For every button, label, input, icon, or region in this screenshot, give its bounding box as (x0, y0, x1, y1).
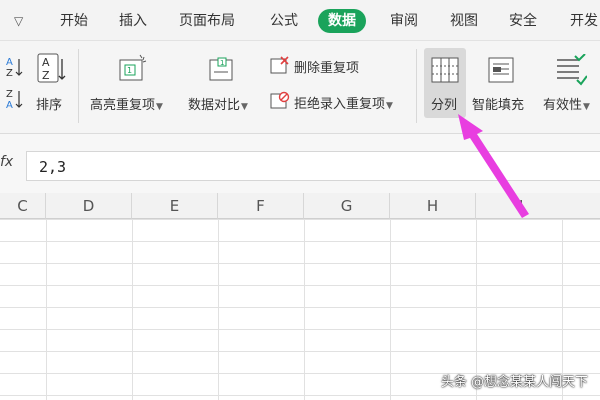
chevron-down-icon: ▼ (386, 101, 393, 111)
sort-descending-icon[interactable]: Z A (6, 87, 24, 109)
tab-formula[interactable]: 公式 (270, 9, 298, 33)
svg-text:Z: Z (42, 69, 50, 82)
svg-text:A: A (6, 57, 13, 68)
sort-button-label[interactable]: 排序 (36, 94, 62, 113)
data-validity-icon[interactable] (555, 54, 587, 86)
highlight-duplicates-label: 高亮重复项 (90, 98, 156, 113)
highlight-duplicates-button[interactable]: 高亮重复项▼ (90, 94, 163, 113)
sort-icon[interactable]: A Z (37, 53, 67, 85)
tab-data[interactable]: 数据 (318, 9, 366, 33)
chevron-down-icon: ▼ (241, 102, 248, 112)
split-columns-icon[interactable] (430, 55, 460, 85)
validity-button[interactable]: 有效性▼ (543, 94, 590, 113)
tab-view[interactable]: 视图 (450, 9, 478, 33)
menu-bar: ▽ 开始 插入 页面布局 公式 数据 审阅 视图 安全 开发 (0, 0, 600, 41)
formula-input[interactable]: 2,3 (26, 151, 600, 181)
sort-ascending-icon[interactable]: A Z (6, 55, 24, 77)
delete-duplicates-icon[interactable] (270, 56, 290, 76)
split-button-label[interactable]: 分列 (431, 94, 457, 113)
data-compare-label: 数据对比 (188, 98, 241, 113)
ribbon-separator (416, 49, 417, 123)
ribbon-separator (78, 49, 79, 123)
reject-duplicates-icon[interactable] (270, 91, 290, 111)
column-header-c[interactable]: C (0, 193, 46, 219)
chevron-down-icon: ▼ (156, 102, 163, 112)
highlight-duplicates-icon[interactable]: 1 (118, 54, 148, 84)
svg-text:A: A (42, 56, 50, 69)
column-header-h[interactable]: H (390, 193, 476, 219)
chevron-down-icon: ▼ (583, 102, 590, 112)
svg-text:Z: Z (6, 68, 13, 77)
smart-fill-icon[interactable] (487, 55, 517, 85)
svg-text:A: A (6, 100, 13, 109)
column-header-i-label: I (519, 197, 524, 215)
fx-icon[interactable]: fx (0, 154, 13, 170)
column-header-i[interactable]: I (476, 193, 600, 219)
validity-label: 有效性 (543, 98, 583, 113)
tab-review[interactable]: 审阅 (390, 9, 418, 33)
column-header-d[interactable]: D (46, 193, 132, 219)
column-header-f[interactable]: F (218, 193, 304, 219)
reject-duplicates-label: 拒绝录入重复项 (294, 97, 386, 112)
data-compare-icon[interactable]: 1 (208, 54, 238, 84)
ribbon: A Z Z A A Z 排序 1 高亮重复项▼ 1 数据对比▼ 删除重复项 拒绝… (0, 41, 600, 134)
svg-text:1: 1 (127, 66, 132, 75)
svg-text:1: 1 (220, 59, 224, 67)
tab-insert[interactable]: 插入 (119, 9, 147, 33)
column-header-e[interactable]: E (132, 193, 218, 219)
tab-page-layout[interactable]: 页面布局 (179, 9, 235, 33)
tab-developer[interactable]: 开发 (570, 9, 598, 33)
data-compare-button[interactable]: 数据对比▼ (188, 94, 248, 113)
tab-security[interactable]: 安全 (509, 9, 537, 33)
delete-duplicates-button[interactable]: 删除重复项 (294, 57, 359, 76)
smart-fill-button-label[interactable]: 智能填充 (472, 94, 524, 113)
svg-text:Z: Z (6, 89, 13, 100)
reject-duplicates-button[interactable]: 拒绝录入重复项▼ (294, 93, 393, 112)
tab-start[interactable]: 开始 (60, 9, 88, 33)
menu-dropdown-icon[interactable]: ▽ (14, 9, 23, 33)
watermark: 头条 @想念某某人闯天下 (440, 375, 588, 390)
column-header-g[interactable]: G (304, 193, 390, 219)
